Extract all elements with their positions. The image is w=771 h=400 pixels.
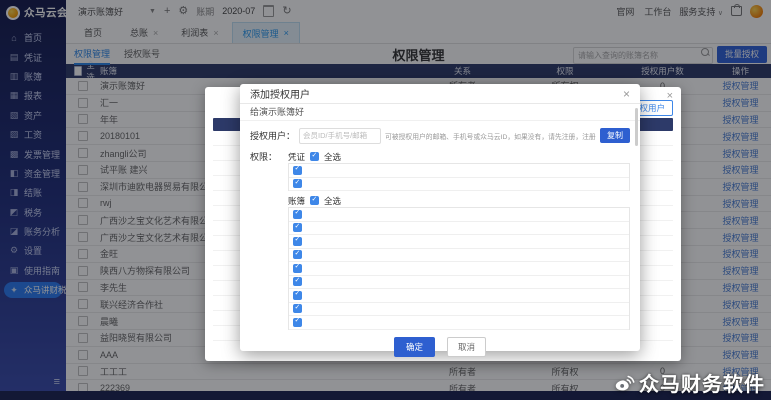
permission-row: [289, 276, 629, 289]
copy-link-button[interactable]: 复制: [600, 128, 630, 143]
section-select-all-checkbox[interactable]: [310, 151, 320, 161]
permission-row: [289, 235, 629, 249]
watermark: 众马财务软件: [613, 368, 765, 397]
row-checkbox[interactable]: [293, 262, 302, 273]
permission-row: [289, 208, 629, 222]
row-checkbox[interactable]: [293, 303, 302, 314]
row-checkbox[interactable]: [293, 164, 302, 175]
row-checkbox[interactable]: [293, 178, 302, 189]
section-title: 账簿: [288, 195, 306, 206]
row-checkbox[interactable]: [293, 289, 302, 300]
dialog-subtitle: 给演示账簿好: [240, 104, 640, 121]
permissions-area: 权限： 凭证 全选: [240, 148, 640, 330]
section-title: 凭证: [288, 151, 306, 162]
permission-row: [289, 316, 629, 330]
permission-sections: 凭证 全选: [288, 150, 630, 330]
permission-row: [289, 249, 629, 262]
weibo-icon: [613, 372, 635, 394]
section-select-all-checkbox[interactable]: [310, 195, 320, 205]
permission-row: [289, 262, 629, 276]
permission-row: [289, 303, 629, 316]
add-authorized-user-dialog: 添加授权用户 × 给演示账簿好 授权用户： 可被授权用户的邮箱、手机号或众马云I…: [240, 84, 640, 357]
user-field-label: 授权用户：: [250, 131, 296, 141]
dialog-title: 添加授权用户: [250, 90, 310, 101]
row-checkbox[interactable]: [293, 222, 302, 233]
register-hint: 可被授权用户的邮箱、手机号或众马云ID，如果没有，请先注册，注册链接：https…: [385, 133, 596, 141]
row-checkbox[interactable]: [293, 208, 302, 219]
watermark-text: 众马财务软件: [639, 374, 765, 396]
authorize-user-form: 授权用户： 可被授权用户的邮箱、手机号或众马云ID，如果没有，请先注册，注册链接…: [240, 121, 640, 148]
authorized-user-input[interactable]: [299, 127, 382, 144]
cancel-button[interactable]: 取消: [447, 336, 487, 357]
confirm-button[interactable]: 确定: [393, 336, 435, 357]
scrollbar[interactable]: [635, 108, 638, 146]
permissions-label: 权限：: [250, 152, 278, 162]
row-checkbox[interactable]: [293, 276, 302, 287]
row-checkbox[interactable]: [293, 249, 302, 260]
permission-row: [289, 178, 629, 191]
row-checkbox[interactable]: [293, 235, 302, 246]
section-select-all-label: 全选: [324, 195, 342, 206]
row-checkbox[interactable]: [293, 316, 302, 327]
app-window: 众马云会计 ⌂ 首页 ▤ 凭证 ▥ 账簿 ▦ 报表 ▧ 资产 ▨ 工资 ▩ 发票…: [0, 0, 771, 400]
permission-row: [289, 289, 629, 303]
permission-row: [289, 164, 629, 178]
close-icon[interactable]: ×: [623, 88, 630, 100]
section-select-all-label: 全选: [324, 151, 342, 162]
permission-row: [289, 222, 629, 235]
